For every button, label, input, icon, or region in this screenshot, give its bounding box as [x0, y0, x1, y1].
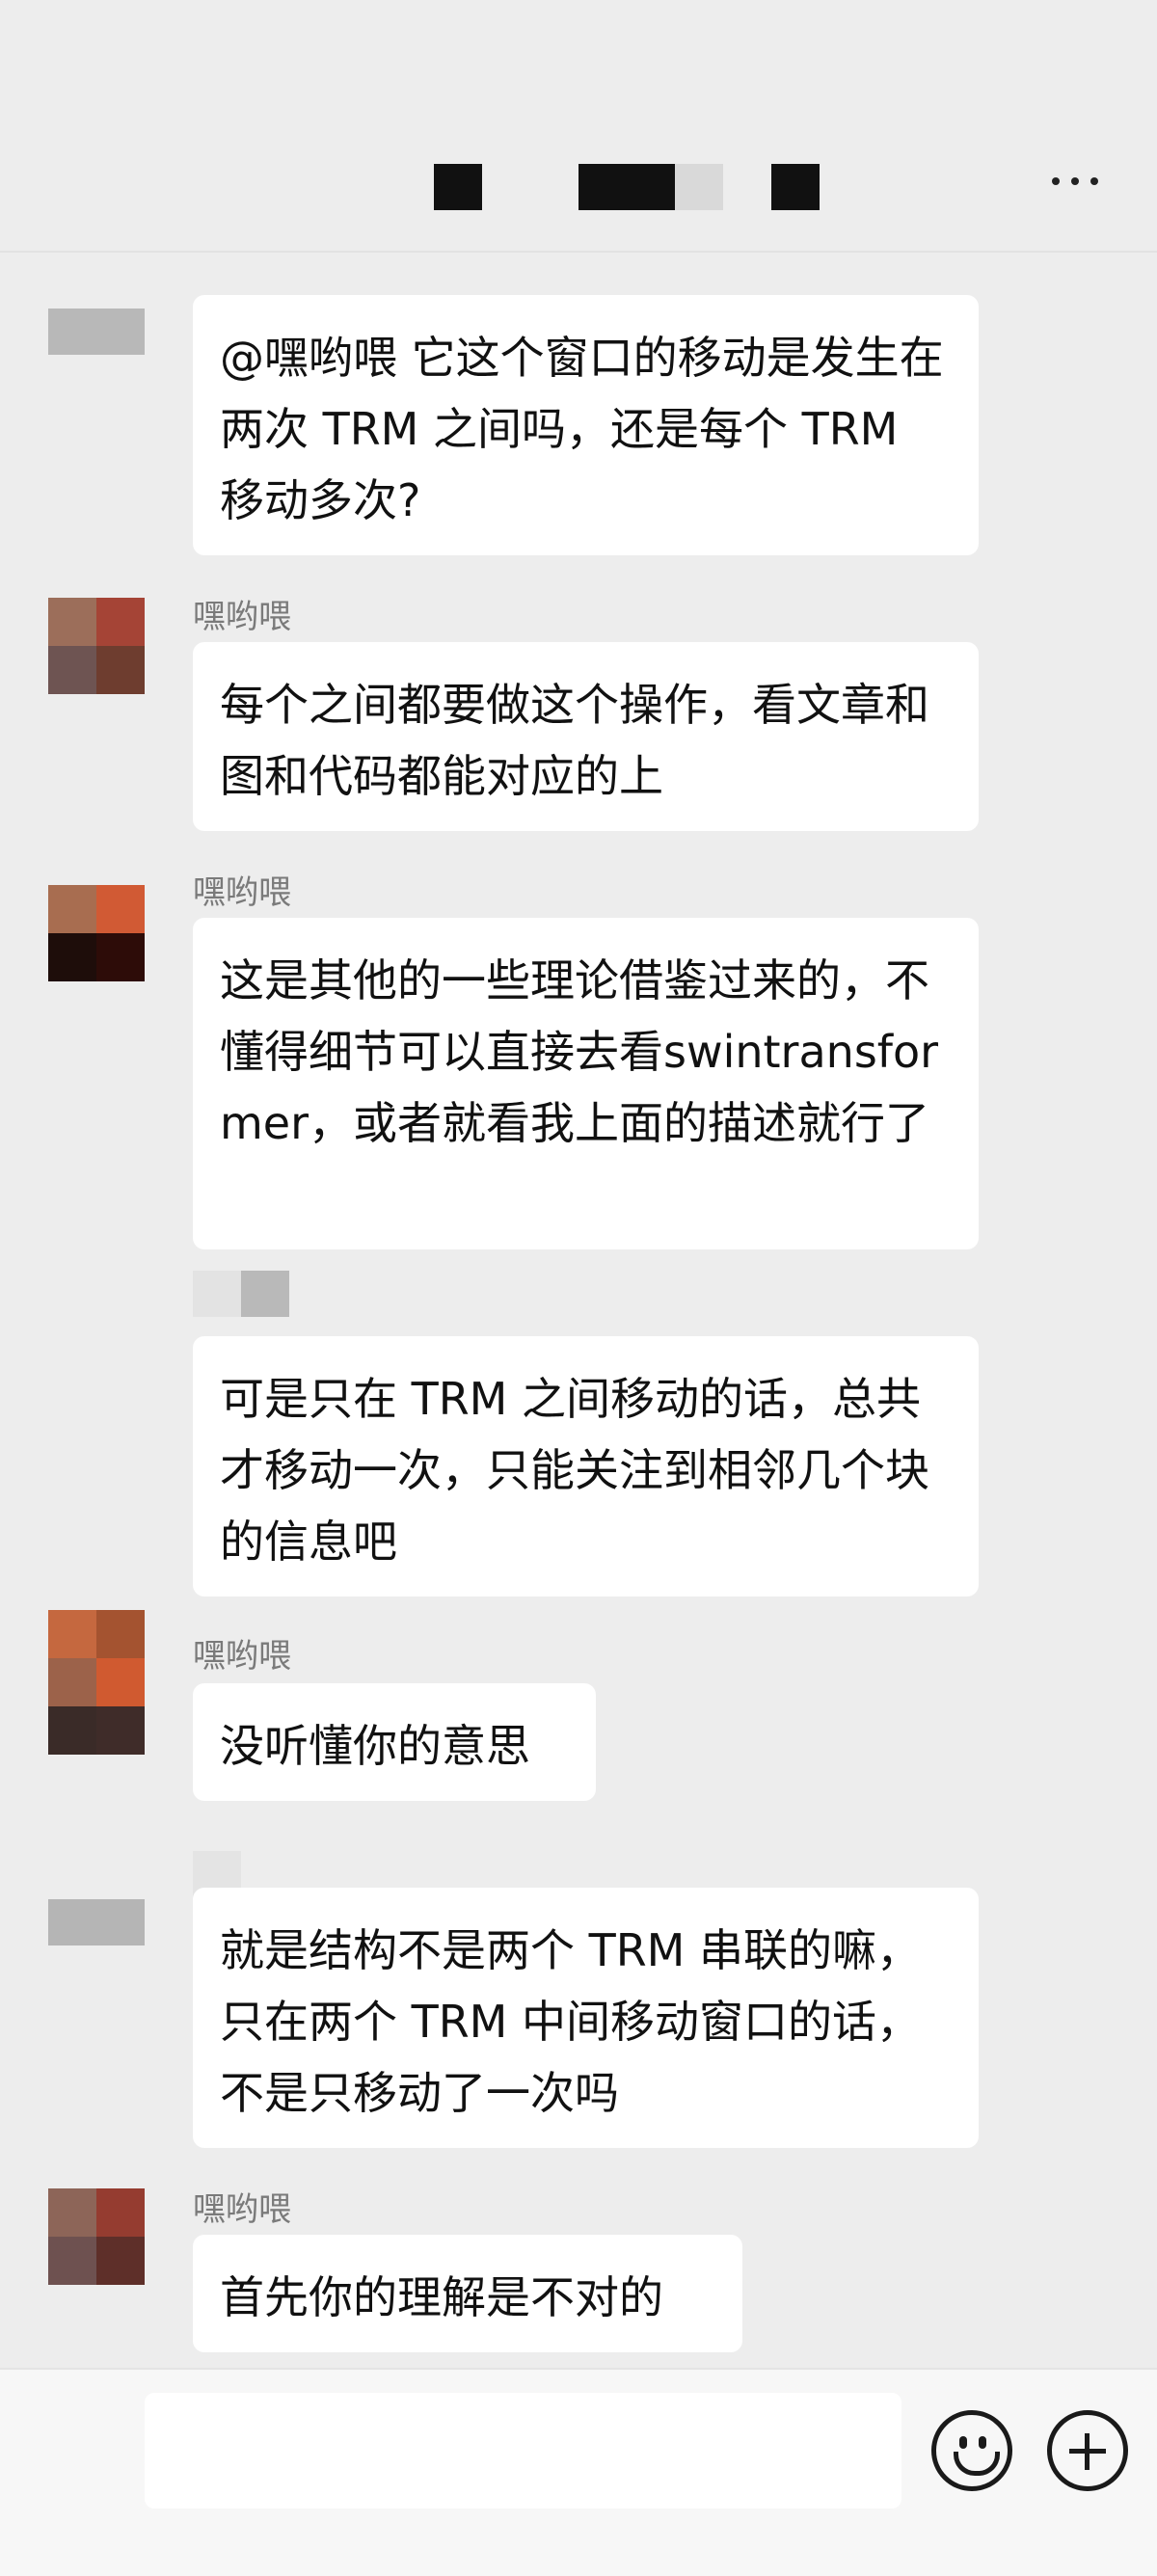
message-input[interactable] — [145, 2393, 901, 2509]
chat-title-redacted — [434, 164, 482, 210]
avatar[interactable] — [48, 598, 145, 694]
sender-name: 嘿哟喂 — [193, 873, 291, 912]
chat-header — [0, 0, 1157, 253]
avatar[interactable] — [48, 1610, 145, 1755]
input-bar — [0, 2368, 1157, 2576]
chat-title-redacted — [578, 164, 675, 210]
more-dots-icon[interactable] — [1041, 162, 1109, 201]
sender-name-redacted — [193, 1271, 289, 1317]
chat-title-redacted — [771, 164, 820, 210]
avatar[interactable] — [48, 1899, 145, 1945]
sender-name: 嘿哟喂 — [193, 2190, 291, 2229]
message-bubble[interactable]: 就是结构不是两个 TRM 串联的嘛，只在两个 TRM 中间移动窗口的话，不是只移… — [193, 1888, 979, 2148]
avatar[interactable] — [48, 885, 145, 981]
emoji-smile-icon[interactable] — [931, 2410, 1012, 2491]
avatar[interactable] — [48, 309, 145, 355]
sender-name: 嘿哟喂 — [193, 1637, 291, 1676]
message-bubble[interactable]: 可是只在 TRM 之间移动的话，总共才移动一次，只能关注到相邻几个块的信息吧 — [193, 1336, 979, 1597]
avatar[interactable] — [48, 2188, 145, 2285]
message-bubble[interactable]: 这是其他的一些理论借鉴过来的，不懂得细节可以直接去看swintransforme… — [193, 918, 979, 1249]
chat-title-redacted — [675, 164, 723, 210]
sender-name: 嘿哟喂 — [193, 598, 291, 636]
message-bubble[interactable]: @嘿哟喂 它这个窗口的移动是发生在两次 TRM 之间吗，还是每个 TRM 移动多… — [193, 295, 979, 555]
message-bubble[interactable]: 每个之间都要做这个操作，看文章和图和代码都能对应的上 — [193, 642, 979, 831]
plus-circle-icon[interactable] — [1047, 2410, 1128, 2491]
message-bubble[interactable]: 首先你的理解是不对的 — [193, 2235, 742, 2352]
message-bubble[interactable]: 没听懂你的意思 — [193, 1683, 596, 1801]
